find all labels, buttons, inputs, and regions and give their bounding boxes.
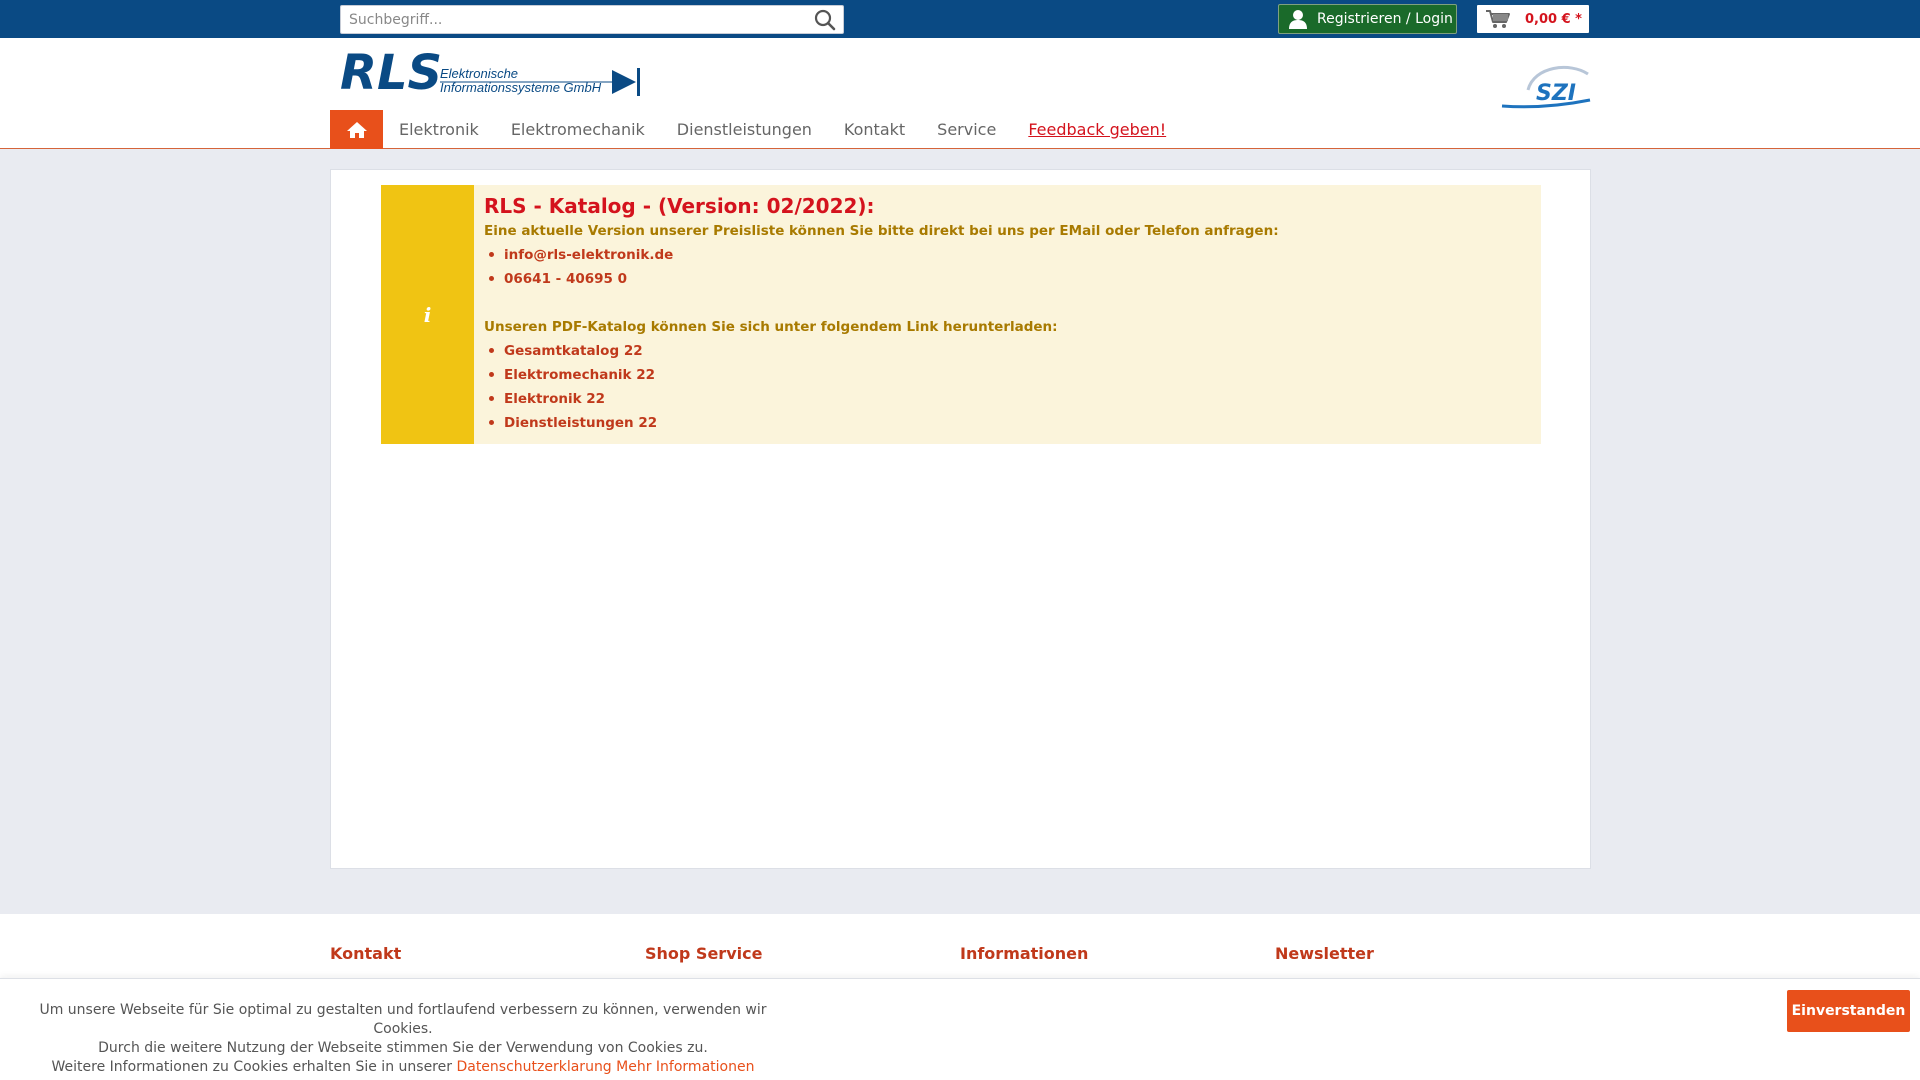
partner-logo-text: SZI	[1536, 81, 1576, 106]
footer-heading-informationen: Informationen	[960, 944, 1089, 963]
nav-elektromechanik[interactable]: Elektromechanik	[495, 110, 661, 149]
login-label: Registrieren / Login	[1317, 11, 1453, 27]
cookie-line-3: Weitere Informationen zu Cookies erhalte…	[51, 1059, 452, 1075]
nav-home[interactable]	[330, 110, 383, 149]
download-elektromechanik-link[interactable]: Elektromechanik 22	[489, 363, 1531, 387]
catalog-alert: i RLS - Katalog - (Version: 02/2022): Ei…	[381, 185, 1541, 444]
cookie-text: Um unsere Webseite für Sie optimal zu ge…	[18, 1001, 788, 1077]
cart-button[interactable]: 0,00 € *	[1476, 4, 1590, 34]
nav-elektronik[interactable]: Elektronik	[383, 110, 495, 149]
alert-body: RLS - Katalog - (Version: 02/2022): Eine…	[484, 193, 1531, 435]
alert-intro: Eine aktuelle Version unserer Preisliste…	[484, 223, 1279, 239]
register-login-button[interactable]: Registrieren / Login	[1278, 4, 1457, 34]
user-icon	[1289, 10, 1307, 29]
footer-heading-kontakt: Kontakt	[330, 944, 402, 963]
alert-title: RLS - Katalog - (Version: 02/2022):	[484, 194, 875, 218]
home-icon	[346, 121, 367, 138]
contact-list: info@rls-elektronik.de 06641 - 40695 0	[484, 243, 1531, 291]
contact-phone[interactable]: 06641 - 40695 0	[489, 267, 1531, 291]
download-gesamtkatalog-link[interactable]: Gesamtkatalog 22	[489, 339, 1531, 363]
cookie-line-1: Um unsere Webseite für Sie optimal zu ge…	[39, 1002, 767, 1037]
privacy-policy-link[interactable]: Datenschutzerklarung	[456, 1059, 611, 1075]
download-intro: Unseren PDF-Katalog können Sie sich unte…	[484, 319, 1058, 335]
download-list: Gesamtkatalog 22 Elektromechanik 22 Elek…	[484, 339, 1531, 435]
contact-email-link[interactable]: info@rls-elektronik.de	[489, 243, 1531, 267]
logo-text: RLS	[340, 48, 442, 98]
nav-feedback[interactable]: Feedback geben!	[1012, 110, 1182, 149]
cookie-line-2: Durch die weitere Nutzung der Webseite s…	[98, 1040, 708, 1056]
search-icon	[814, 9, 836, 31]
footer-heading-newsletter: Newsletter	[1275, 944, 1374, 963]
logo-subtitle-1: Elektronische	[440, 66, 518, 81]
nav-service[interactable]: Service	[921, 110, 1012, 149]
header: RLS Elektronische Informationssysteme Gm…	[0, 38, 1920, 149]
top-bar: Registrieren / Login 0,00 € *	[0, 0, 1920, 38]
rls-logo[interactable]: RLS Elektronische Informationssysteme Gm…	[340, 48, 643, 98]
search-input[interactable]	[349, 10, 789, 30]
search-button[interactable]	[811, 9, 839, 31]
more-info-link[interactable]: Mehr Informationen	[616, 1059, 754, 1075]
nav-kontakt[interactable]: Kontakt	[828, 110, 921, 149]
cart-amount: 0,00 € *	[1525, 11, 1582, 27]
cookie-accept-button[interactable]: Einverstanden	[1787, 990, 1910, 1032]
download-dienstleistungen-link[interactable]: Dienstleistungen 22	[489, 411, 1531, 435]
info-icon: i	[423, 302, 432, 327]
footer-heading-shop-service: Shop Service	[645, 944, 763, 963]
search-box	[340, 5, 844, 34]
alert-icon-panel: i	[381, 185, 474, 444]
cart-icon	[1486, 10, 1510, 28]
szi-logo[interactable]: SZI	[1500, 60, 1592, 112]
main-content: i RLS - Katalog - (Version: 02/2022): Ei…	[330, 169, 1591, 869]
nav-dienstleistungen[interactable]: Dienstleistungen	[661, 110, 828, 149]
main-navigation: Elektronik Elektromechanik Dienstleistun…	[330, 110, 1182, 149]
cookie-consent-bar: Um unsere Webseite für Sie optimal zu ge…	[0, 978, 1920, 1080]
download-elektronik-link[interactable]: Elektronik 22	[489, 387, 1531, 411]
cookie-line-3-wrapper: Weitere Informationen zu Cookies erhalte…	[18, 1058, 788, 1077]
